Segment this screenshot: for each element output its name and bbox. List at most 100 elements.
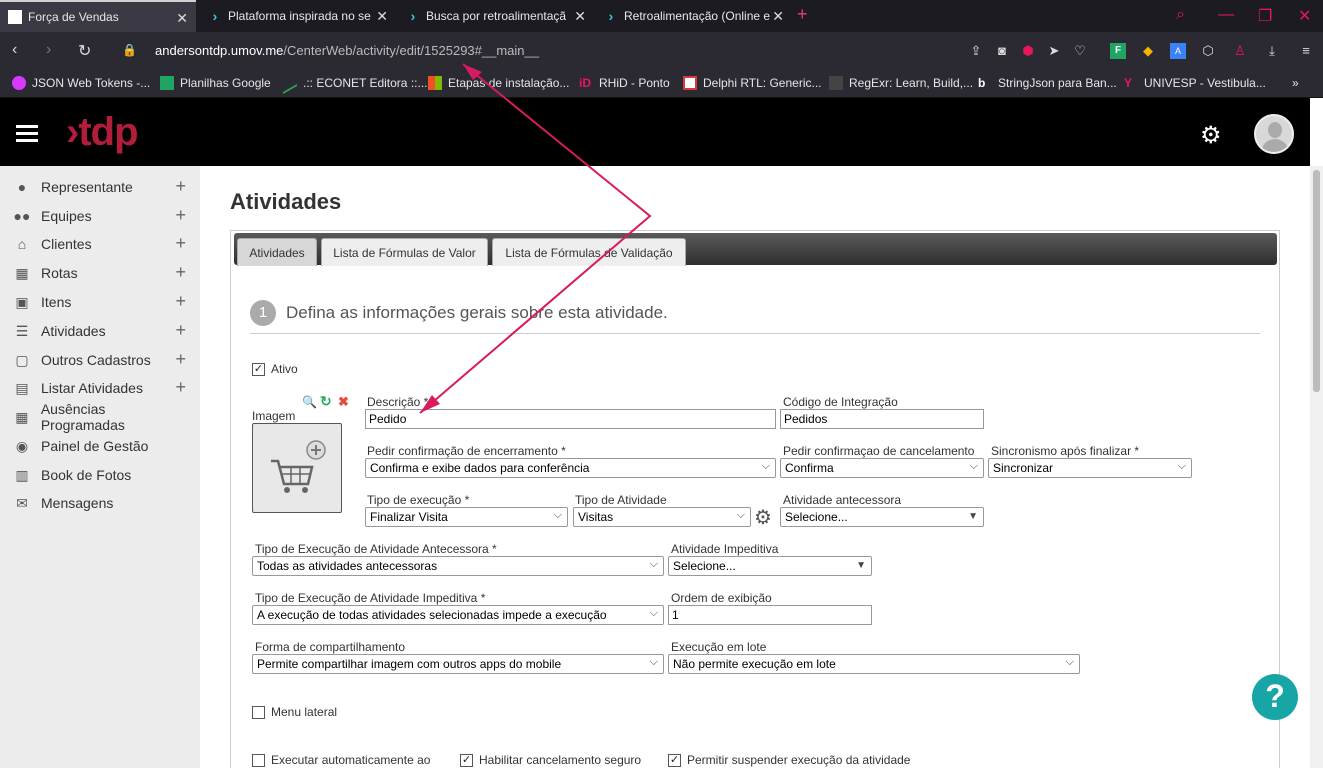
lock-icon[interactable]: 🔒 (122, 43, 137, 57)
menu-icon[interactable]: ≡ (1298, 43, 1314, 59)
add-icon[interactable]: + (175, 205, 186, 226)
url-path: /CenterWeb/activity/edit/1525293#__main_… (283, 43, 539, 58)
ativo-checkbox[interactable]: ✓ Ativo (252, 362, 298, 376)
bookmark[interactable]: iD RHiD - Ponto (579, 76, 670, 90)
tab-strip: Atividades Lista de Fórmulas de Valor Li… (234, 233, 1277, 266)
add-icon[interactable]: + (175, 349, 186, 370)
sidebar-item-book-fotos[interactable]: ▥ Book de Fotos (12, 463, 192, 487)
forward-icon[interactable]: › (46, 41, 51, 59)
checkbox-checked-icon[interactable]: ✓ (252, 362, 265, 376)
close-window-icon[interactable]: ✕ (1298, 6, 1311, 26)
heart-icon[interactable]: ♡ (1072, 43, 1088, 59)
tab-atividades[interactable]: Atividades (237, 238, 317, 266)
sidebar-item-listar-atividades[interactable]: ▤ Listar Atividades + (12, 376, 192, 400)
sidebar-item-atividades[interactable]: ☰ Atividades + (12, 319, 192, 343)
bookmark[interactable]: Y UNIVESP - Vestibula... (1124, 76, 1266, 90)
ordem-exibicao-input[interactable]: 1 (668, 605, 872, 625)
sidebar-item-rotas[interactable]: ▦ Rotas + (12, 261, 192, 285)
tipo-execucao-antecessora-select[interactable]: Todas as atividades antecessoras ⌵ (252, 556, 664, 576)
menu-lateral-checkbox[interactable]: Menu lateral (252, 705, 337, 719)
checkbox-checked-icon[interactable]: ✓ (668, 753, 681, 767)
sincronismo-label: Sincronismo após finalizar * (991, 444, 1140, 458)
profile-icon[interactable]: ♙ (1232, 43, 1248, 59)
close-tab-icon[interactable]: ✕ (574, 8, 586, 25)
add-icon[interactable]: + (175, 176, 186, 197)
bookmark[interactable]: b StringJson para Ban... (978, 76, 1117, 90)
pedir-confirmacao-cancelamento-select[interactable]: Confirma ⌵ (780, 458, 984, 478)
bookmark[interactable]: Etapas de instalação... (428, 76, 569, 90)
shield-icon[interactable]: ⬢ (1020, 43, 1036, 59)
bookmark[interactable]: Planilhas Google (160, 76, 271, 90)
user-avatar[interactable] (1254, 114, 1294, 154)
add-icon[interactable]: + (175, 233, 186, 254)
tab-formulas-validacao[interactable]: Lista de Fórmulas de Validação (492, 238, 686, 266)
suspender-execucao-checkbox[interactable]: ✓ Permitir suspender execução da atividad… (668, 753, 910, 767)
codigo-integracao-input[interactable]: Pedidos (780, 409, 984, 429)
bookmark[interactable]: Delphi RTL: Generic... (683, 76, 822, 90)
bookmark[interactable]: .:: ECONET Editora ::... (283, 71, 427, 95)
sidebar-item-itens[interactable]: ▣ Itens + (12, 290, 192, 314)
cancelamento-seguro-checkbox[interactable]: ✓ Habilitar cancelamento seguro (460, 753, 641, 767)
execucao-lote-select[interactable]: Não permite execução em lote ⌵ (668, 654, 1080, 674)
atividade-impeditiva-select[interactable]: Selecione... ▼ (668, 556, 872, 576)
tab-formulas-valor[interactable]: Lista de Fórmulas de Valor (321, 238, 488, 266)
camera-icon[interactable]: ◙ (994, 43, 1010, 59)
sidebar-item-equipes[interactable]: ●● Equipes + (12, 204, 192, 228)
search-image-icon[interactable]: 🔍 (302, 395, 317, 409)
close-tab-icon[interactable]: ✕ (772, 8, 784, 25)
browser-tab[interactable]: › Retroalimentação (Online e ✕ (596, 0, 792, 32)
reload-icon[interactable]: ↻ (78, 41, 91, 61)
new-tab-icon[interactable]: + (797, 4, 808, 25)
add-icon[interactable]: + (175, 320, 186, 341)
tipo-atividade-select[interactable]: Visitas ⌵ (573, 507, 751, 527)
translate-icon[interactable]: A (1170, 43, 1186, 59)
cube-icon[interactable]: ⬡ (1200, 43, 1216, 59)
search-tabs-icon[interactable]: ⌕ (1176, 6, 1185, 24)
sidebar-item-painel[interactable]: ◉ Painel de Gestão (12, 434, 192, 458)
sidebar-item-mensagens[interactable]: ✉ Mensagens (12, 491, 192, 515)
close-tab-icon[interactable]: ✕ (176, 10, 188, 27)
settings-gear-icon[interactable]: ⚙ (1200, 121, 1222, 150)
sidebar-item-ausencias[interactable]: ▦ Ausências Programadas (12, 401, 192, 433)
bookmark[interactable]: RegExr: Learn, Build,... (829, 76, 973, 90)
descricao-label: Descrição * (367, 395, 429, 409)
sidebar-item-representante[interactable]: ● Representante + (12, 175, 192, 199)
settings-gear-icon[interactable]: ⚙ (754, 505, 772, 530)
browser-tab[interactable]: › Plataforma inspirada no se ✕ (200, 0, 396, 32)
image-upload-box[interactable] (252, 423, 342, 513)
vertical-scrollbar[interactable] (1310, 166, 1323, 768)
add-icon[interactable]: + (175, 262, 186, 283)
sidebar-item-outros-cadastros[interactable]: ▢ Outros Cadastros + (12, 348, 192, 372)
add-icon[interactable]: + (175, 377, 186, 398)
minimize-icon[interactable]: — (1218, 6, 1234, 24)
restore-icon[interactable]: ❐ (1258, 6, 1272, 26)
download-icon[interactable]: ⤓ (1264, 43, 1280, 59)
refresh-icon[interactable]: ↻ (320, 393, 332, 410)
forma-compartilhamento-select[interactable]: Permite compartilhar imagem com outros a… (252, 654, 664, 674)
extension-f-icon[interactable]: F (1110, 43, 1126, 59)
sidebar-item-clientes[interactable]: ⌂ Clientes + (12, 232, 192, 256)
close-tab-icon[interactable]: ✕ (376, 8, 388, 25)
checkbox-checked-icon[interactable]: ✓ (460, 753, 473, 767)
share-icon[interactable]: ⇪ (968, 43, 984, 59)
tipo-execucao-impeditiva-select[interactable]: A execução de todas atividades seleciona… (252, 605, 664, 625)
back-icon[interactable]: ‹ (12, 41, 17, 59)
hamburger-menu-icon[interactable] (16, 125, 38, 146)
browser-tab[interactable]: Força de Vendas ✕ (0, 0, 196, 32)
url-field[interactable]: andersontdp.umov.me/CenterWeb/activity/e… (155, 43, 539, 58)
browser-tab[interactable]: › Busca por retroalimentaçã ✕ (398, 0, 594, 32)
add-icon[interactable]: + (175, 291, 186, 312)
extension-puzzle-icon[interactable]: ◆ (1140, 43, 1156, 59)
tipo-execucao-select[interactable]: Finalizar Visita ⌵ (365, 507, 568, 527)
remove-icon[interactable]: ✖ (338, 394, 349, 410)
bookmark[interactable]: JSON Web Tokens -... (12, 76, 150, 90)
more-bookmarks-icon[interactable]: » (1292, 76, 1299, 90)
atividade-antecessora-select[interactable]: Selecione... ▼ (780, 507, 984, 527)
sincronismo-select[interactable]: Sincronizar ⌵ (988, 458, 1192, 478)
descricao-input[interactable]: Pedido (365, 409, 776, 429)
bookmarks-bar: JSON Web Tokens -... Planilhas Google .:… (0, 70, 1323, 98)
executar-automaticamente-checkbox[interactable]: Executar automaticamente ao (252, 753, 430, 767)
help-button[interactable]: ? (1252, 674, 1298, 720)
send-icon[interactable]: ➤ (1046, 43, 1062, 59)
pedir-confirmacao-encerramento-select[interactable]: Confirma e exibe dados para conferência ⌵ (365, 458, 776, 478)
